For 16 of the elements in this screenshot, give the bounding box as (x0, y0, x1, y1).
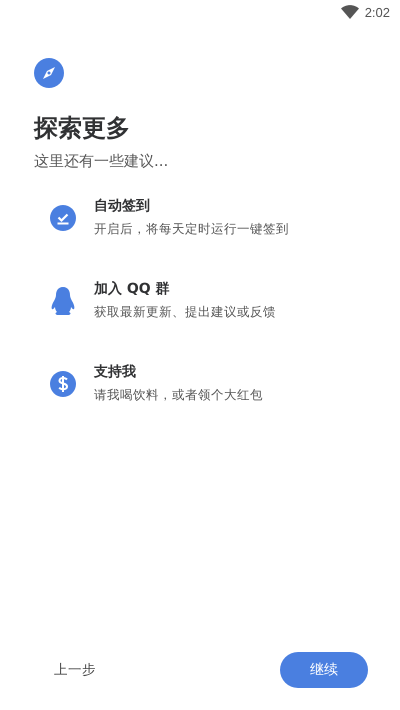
page-title: 探索更多 (34, 113, 131, 144)
wifi-icon (340, 5, 359, 19)
back-button[interactable]: 上一步 (44, 653, 106, 687)
page-subtitle: 这里还有一些建议... (34, 152, 170, 171)
status-time: 2:02 (364, 4, 390, 20)
dollar-icon (50, 370, 76, 396)
checkmark-icon (50, 204, 76, 230)
option-title[interactable]: 自动签到 (94, 197, 289, 215)
compass-icon (34, 58, 64, 88)
option-description: 请我喝饮料，或者领个大红包 (94, 387, 263, 404)
option-title[interactable]: 加入 QQ 群 (94, 280, 276, 298)
option-description: 开启后，将每天定时运行一键签到 (94, 221, 289, 238)
option-description: 获取最新更新、提出建议或反馈 (94, 304, 276, 321)
continue-button[interactable]: 继续 (280, 652, 368, 688)
penguin-icon (50, 286, 76, 314)
option-title[interactable]: 支持我 (94, 363, 263, 381)
